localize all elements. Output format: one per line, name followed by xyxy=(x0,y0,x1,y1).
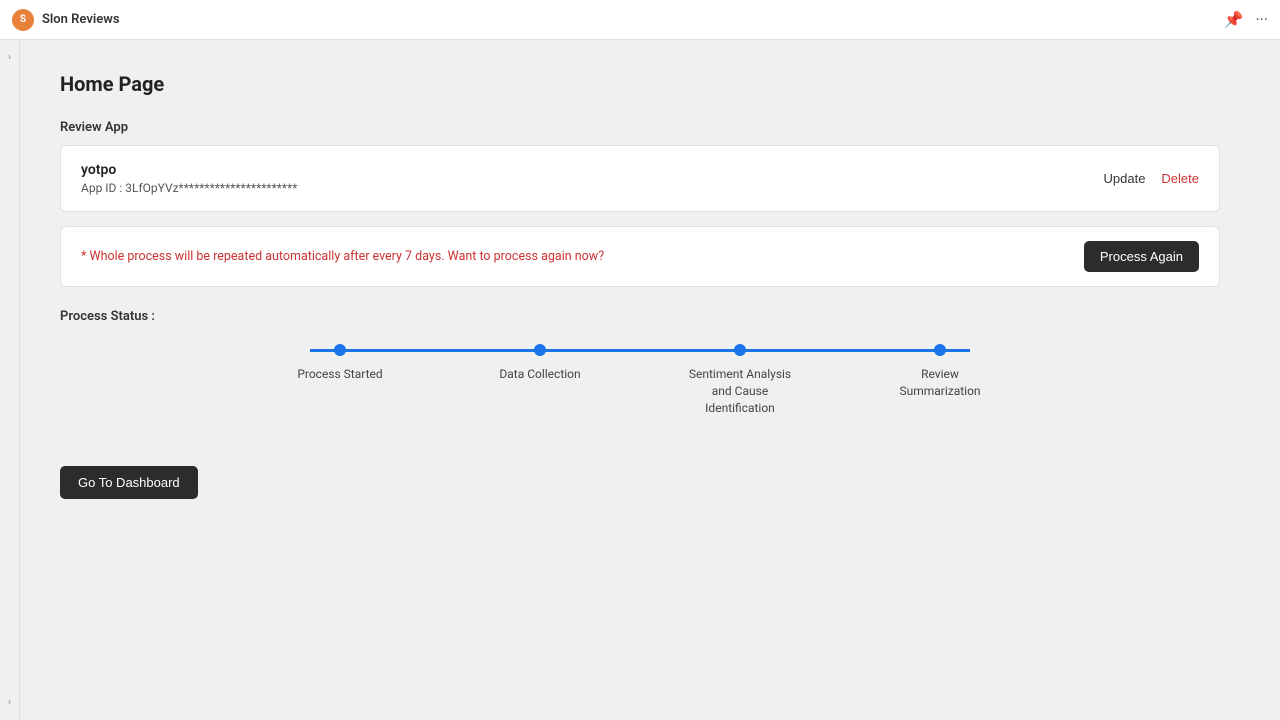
sidebar-toggle[interactable]: › xyxy=(8,52,11,63)
topbar-left: S Slon Reviews xyxy=(12,9,120,31)
step-4-label: ReviewSummarization xyxy=(899,366,980,400)
step-1-label: Process Started xyxy=(297,366,382,383)
process-again-button[interactable]: Process Again xyxy=(1084,241,1199,272)
sidebar-bottom-toggle[interactable]: › xyxy=(8,697,11,708)
dashboard-button[interactable]: Go To Dashboard xyxy=(60,466,198,499)
delete-button[interactable]: Delete xyxy=(1161,171,1199,186)
process-status-label: Process Status : xyxy=(60,309,1220,324)
content-area: Home Page Review App yotpo App ID : 3LfO… xyxy=(20,40,1260,720)
step-3: Sentiment Analysisand CauseIdentificatio… xyxy=(670,344,810,416)
step-3-dot xyxy=(734,344,746,356)
right-panel xyxy=(1260,40,1280,720)
warning-card: * Whole process will be repeated automat… xyxy=(60,226,1220,287)
review-app-card: yotpo App ID : 3LfOpYVz*****************… xyxy=(60,145,1220,212)
pin-icon[interactable]: 📌 xyxy=(1224,10,1244,29)
app-id: App ID : 3LfOpYVz*********************** xyxy=(81,181,297,195)
review-app-actions: Update Delete xyxy=(1104,171,1200,186)
step-3-label: Sentiment Analysisand CauseIdentificatio… xyxy=(689,366,791,416)
app-name: Slon Reviews xyxy=(42,12,120,27)
progress-container: Process Started Data Collection Sentimen… xyxy=(270,344,1010,416)
update-button[interactable]: Update xyxy=(1104,171,1146,186)
topbar: S Slon Reviews 📌 ··· xyxy=(0,0,1280,40)
step-4: ReviewSummarization xyxy=(870,344,1010,400)
sidebar: › › xyxy=(0,40,20,720)
step-2-label: Data Collection xyxy=(499,366,580,383)
steps-row: Process Started Data Collection Sentimen… xyxy=(270,344,1010,416)
more-options-icon[interactable]: ··· xyxy=(1255,10,1268,29)
step-4-dot xyxy=(934,344,946,356)
step-1-dot xyxy=(334,344,346,356)
step-2-dot xyxy=(534,344,546,356)
main-layout: › › Home Page Review App yotpo App ID : … xyxy=(0,40,1280,720)
topbar-right: 📌 ··· xyxy=(1224,10,1268,29)
review-app-info: yotpo App ID : 3LfOpYVz*****************… xyxy=(81,162,297,195)
app-logo: S xyxy=(12,9,34,31)
warning-text: * Whole process will be repeated automat… xyxy=(81,249,604,264)
page-title: Home Page xyxy=(60,72,1220,96)
app-platform: yotpo xyxy=(81,162,297,178)
review-app-section-label: Review App xyxy=(60,120,1220,135)
